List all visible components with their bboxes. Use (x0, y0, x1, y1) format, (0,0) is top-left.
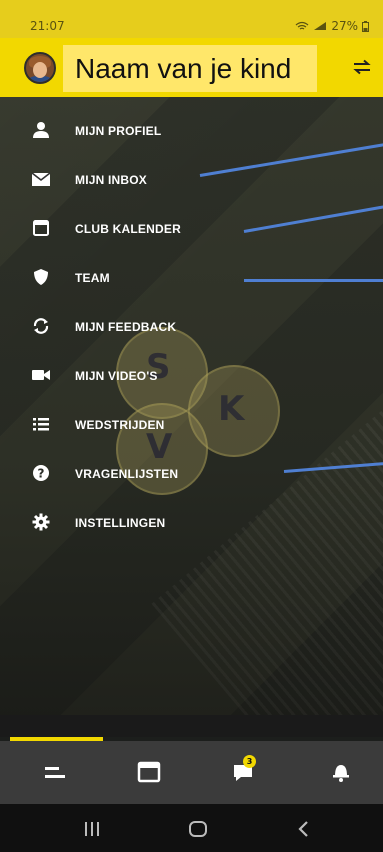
video-camera-icon (32, 370, 50, 380)
refresh-icon (33, 318, 49, 334)
signal-icon (314, 22, 327, 30)
battery-icon (362, 20, 369, 32)
menu-item-kalender[interactable]: CLUB KALENDER (0, 208, 260, 248)
help-circle-icon: ? (33, 465, 49, 481)
calendar-icon[interactable] (133, 757, 165, 787)
menu-item-feedback[interactable]: MIJN FEEDBACK (0, 306, 260, 346)
person-icon (33, 122, 49, 138)
menu-item-vragenlijsten[interactable]: ? VRAGENLIJSTEN (0, 453, 260, 493)
menu-item-label: WEDSTRIJDEN (75, 418, 165, 432)
bottom-navigation: 3 (0, 741, 383, 804)
menu-item-videos[interactable]: MIJN VIDEO'S (0, 355, 260, 395)
menu-item-label: INSTELLINGEN (75, 516, 166, 530)
menu-icon[interactable] (40, 757, 72, 787)
child-name-box: Naam van je kind (63, 45, 317, 92)
mail-icon (31, 172, 51, 186)
pointer-line-team (244, 279, 383, 282)
gear-icon (32, 513, 50, 531)
status-time: 21:07 (30, 19, 65, 33)
svg-text:?: ? (38, 467, 45, 481)
list-icon (33, 418, 49, 431)
wifi-icon (295, 21, 309, 30)
bell-icon[interactable] (325, 757, 357, 787)
avatar[interactable] (24, 52, 56, 84)
menu-item-profiel[interactable]: MIJN PROFIEL (0, 110, 260, 150)
menu-item-label: MIJN INBOX (75, 173, 148, 187)
chat-button[interactable]: 3 (229, 755, 261, 787)
side-menu: S K V MIJN PROFIEL MIJN INBOX CLUB KALEN… (0, 97, 383, 715)
status-icons: 27% (295, 19, 369, 33)
app-header: Naam van je kind (0, 38, 383, 97)
shield-icon (34, 269, 48, 285)
calendar-icon (33, 220, 49, 236)
menu-item-label: VRAGENLIJSTEN (75, 467, 179, 481)
status-bar: 21:07 27% (0, 0, 383, 38)
system-navigation (0, 804, 383, 852)
menu-item-label: MIJN VIDEO'S (75, 369, 158, 383)
bottom-spacer (0, 715, 383, 737)
recent-apps-icon[interactable] (80, 818, 104, 840)
menu-item-label: MIJN PROFIEL (75, 124, 162, 138)
menu-item-inbox[interactable]: MIJN INBOX (0, 159, 260, 199)
menu-item-label: TEAM (75, 271, 110, 285)
menu-item-label: CLUB KALENDER (75, 222, 181, 236)
back-icon[interactable] (292, 818, 316, 840)
menu-item-wedstrijden[interactable]: WEDSTRIJDEN (0, 404, 260, 444)
battery-percent: 27% (331, 19, 358, 33)
menu-item-label: MIJN FEEDBACK (75, 320, 177, 334)
menu-item-team[interactable]: TEAM (0, 257, 260, 297)
chat-badge: 3 (243, 755, 256, 768)
page-title: Naam van je kind (75, 53, 292, 84)
menu-item-instellingen[interactable]: INSTELLINGEN (0, 502, 260, 542)
home-icon[interactable] (186, 818, 210, 840)
swap-icon[interactable] (352, 59, 372, 75)
